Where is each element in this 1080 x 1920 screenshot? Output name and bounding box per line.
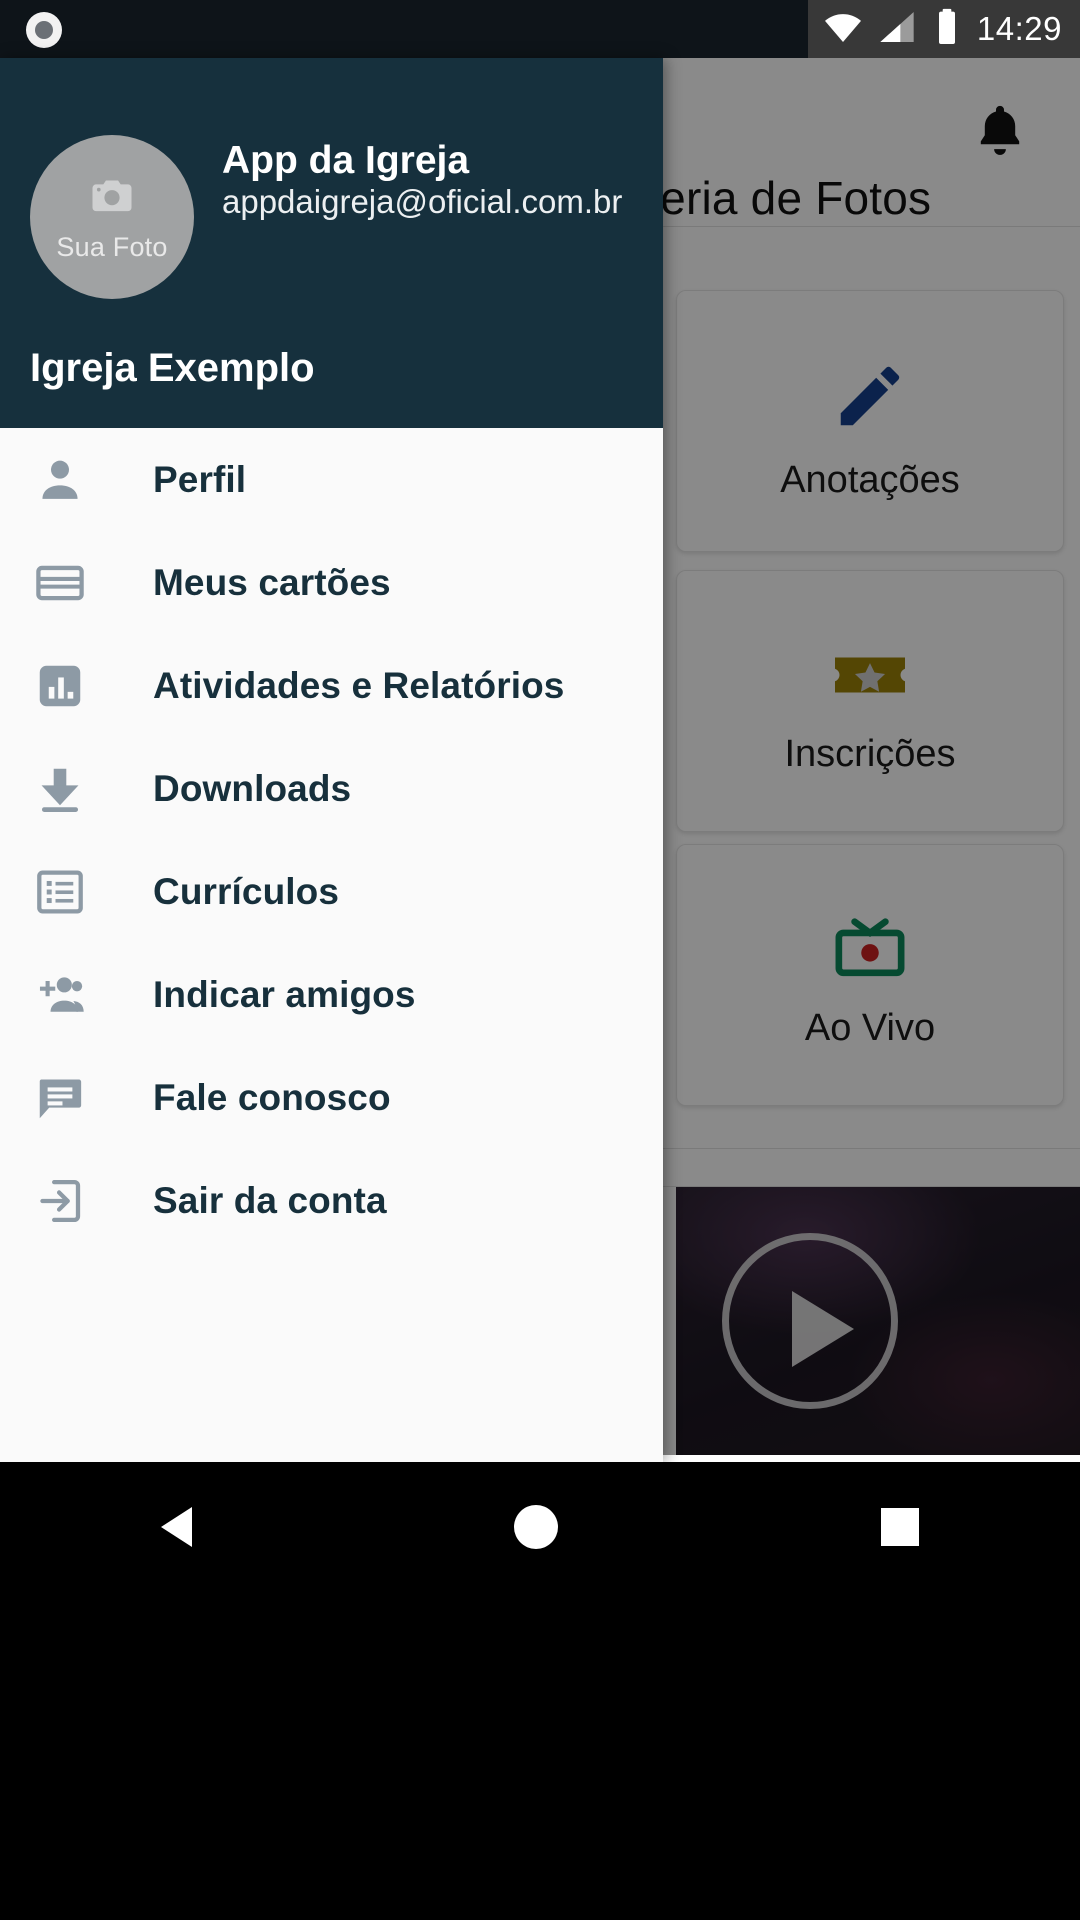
menu-item-label: Downloads	[153, 767, 352, 809]
status-bar: 14:29	[0, 0, 1080, 58]
profile-name: App da Igreja	[222, 139, 470, 182]
menu-item-sair-da-conta[interactable]: Sair da conta	[0, 1149, 663, 1252]
menu-item-label: Atividades e Relatórios	[153, 664, 565, 706]
menu-item-label: Meus cartões	[153, 561, 391, 603]
menu-item-atividades-relatorios[interactable]: Atividades e Relatórios	[0, 634, 663, 737]
home-button[interactable]	[514, 1505, 559, 1549]
logout-icon	[32, 1173, 88, 1229]
person-icon	[32, 452, 88, 508]
person-add-icon	[32, 967, 88, 1023]
avatar-label: Sua Foto	[56, 232, 168, 262]
navigation-drawer: Sua Foto App da Igreja appdaigreja@ofici…	[0, 58, 663, 1462]
camera-icon	[86, 171, 138, 228]
battery-icon	[931, 7, 963, 52]
list-icon	[32, 864, 88, 920]
menu-item-label: Fale conosco	[153, 1076, 391, 1118]
cell-signal-icon	[877, 7, 917, 52]
credit-card-icon	[32, 555, 88, 611]
menu-item-meus-cartoes[interactable]: Meus cartões	[0, 531, 663, 634]
menu-item-downloads[interactable]: Downloads	[0, 737, 663, 840]
download-icon	[32, 761, 88, 817]
drawer-header: Sua Foto App da Igreja appdaigreja@ofici…	[0, 58, 663, 428]
recent-apps-button[interactable]	[880, 1508, 919, 1546]
wifi-icon	[823, 7, 863, 52]
chat-bubble-icon	[32, 1070, 88, 1126]
status-bar-clock: 14:29	[976, 10, 1062, 47]
menu-item-label: Indicar amigos	[153, 973, 416, 1015]
menu-item-label: Perfil	[153, 458, 247, 500]
church-name: Igreja Exemplo	[30, 346, 315, 390]
back-button[interactable]	[161, 1507, 193, 1547]
status-bar-icons: 14:29	[823, 0, 1062, 58]
menu-item-label: Currículos	[153, 870, 340, 912]
menu-item-perfil[interactable]: Perfil	[0, 428, 663, 531]
avatar[interactable]: Sua Foto	[30, 135, 194, 299]
bar-chart-icon	[32, 658, 88, 714]
camera-lens	[35, 21, 53, 39]
android-navigation-bar	[0, 1462, 1080, 1920]
menu-item-curriculos[interactable]: Currículos	[0, 840, 663, 943]
menu-item-indicar-amigos[interactable]: Indicar amigos	[0, 943, 663, 1046]
menu-item-label: Sair da conta	[153, 1179, 387, 1221]
menu-item-fale-conosco[interactable]: Fale conosco	[0, 1046, 663, 1149]
status-bar-left	[0, 0, 808, 58]
drawer-menu-list: Perfil Meus cartões Atividades e Relatór…	[0, 428, 663, 1252]
camera-punch-hole-icon	[26, 12, 62, 48]
profile-email: appdaigreja@oficial.com.br	[222, 183, 623, 220]
